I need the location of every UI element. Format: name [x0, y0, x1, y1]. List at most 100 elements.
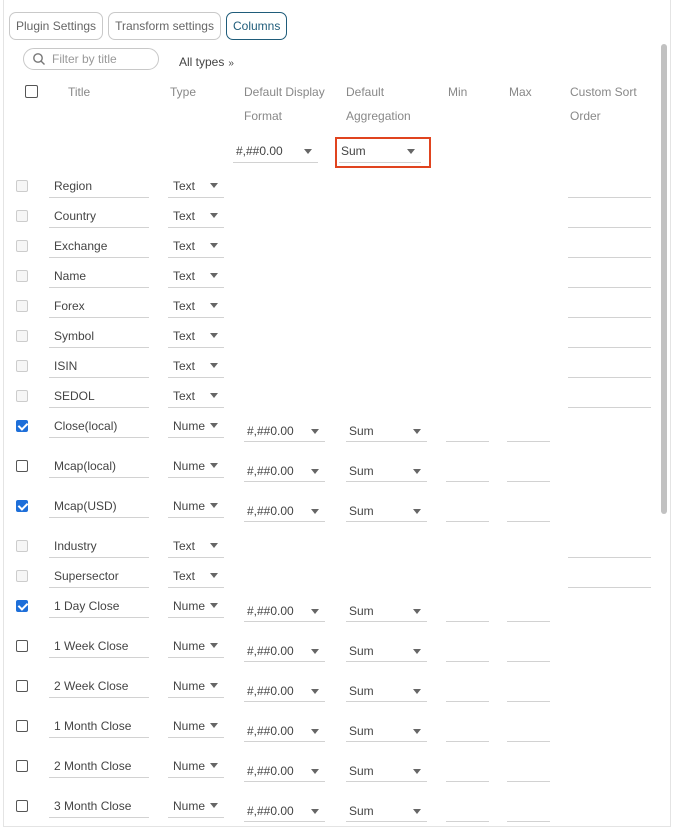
row-checkbox[interactable] — [16, 540, 28, 552]
type-filter-dropdown[interactable]: All types» — [179, 55, 234, 69]
row-format-dropdown[interactable]: #,##0.00 — [244, 421, 325, 442]
row-type-dropdown[interactable]: Text — [168, 266, 224, 288]
row-aggregation-dropdown[interactable]: Sum — [346, 641, 427, 662]
row-title-field[interactable]: Close(local) — [49, 416, 149, 438]
row-type-dropdown[interactable]: Text — [168, 566, 224, 588]
row-min-input[interactable] — [446, 461, 489, 482]
row-custom-sort-input[interactable] — [568, 386, 651, 408]
select-all-checkbox[interactable] — [25, 85, 38, 98]
row-aggregation-dropdown[interactable]: Sum — [346, 761, 427, 782]
row-checkbox[interactable] — [16, 500, 28, 512]
row-title-field[interactable]: 1 Day Close — [49, 596, 149, 618]
row-format-dropdown[interactable]: #,##0.00 — [244, 601, 325, 622]
row-aggregation-dropdown[interactable]: Sum — [346, 801, 427, 822]
row-aggregation-dropdown[interactable]: Sum — [346, 721, 427, 742]
row-max-input[interactable] — [507, 641, 550, 662]
row-title-field[interactable]: 2 Month Close — [49, 756, 149, 778]
row-max-input[interactable] — [507, 461, 550, 482]
row-custom-sort-input[interactable] — [568, 326, 651, 348]
row-title-field[interactable]: Mcap(local) — [49, 456, 149, 478]
row-checkbox[interactable] — [16, 600, 28, 612]
row-checkbox[interactable] — [16, 720, 28, 732]
row-custom-sort-input[interactable] — [568, 356, 651, 378]
row-format-dropdown[interactable]: #,##0.00 — [244, 721, 325, 742]
row-format-dropdown[interactable]: #,##0.00 — [244, 681, 325, 702]
row-type-dropdown[interactable]: Nume — [168, 636, 224, 658]
row-min-input[interactable] — [446, 641, 489, 662]
row-type-dropdown[interactable]: Nume — [168, 796, 224, 818]
row-title-field[interactable]: 1 Week Close — [49, 636, 149, 658]
row-type-dropdown[interactable]: Text — [168, 296, 224, 318]
row-aggregation-dropdown[interactable]: Sum — [346, 681, 427, 702]
row-type-dropdown[interactable]: Text — [168, 326, 224, 348]
row-checkbox[interactable] — [16, 460, 28, 472]
tab-plugin-settings[interactable]: Plugin Settings — [9, 12, 104, 40]
row-checkbox[interactable] — [16, 640, 28, 652]
row-checkbox[interactable] — [16, 210, 28, 222]
scrollbar-thumb[interactable] — [661, 44, 667, 514]
row-type-dropdown[interactable]: Nume — [168, 496, 224, 518]
row-max-input[interactable] — [507, 761, 550, 782]
row-title-field[interactable]: 3 Month Close — [49, 796, 149, 818]
row-type-dropdown[interactable]: Nume — [168, 416, 224, 438]
row-title-field[interactable]: Symbol — [49, 326, 149, 348]
row-max-input[interactable] — [507, 501, 550, 522]
row-type-dropdown[interactable]: Nume — [168, 676, 224, 698]
row-max-input[interactable] — [507, 801, 550, 822]
row-format-dropdown[interactable]: #,##0.00 — [244, 761, 325, 782]
row-min-input[interactable] — [446, 681, 489, 702]
row-min-input[interactable] — [446, 801, 489, 822]
row-format-dropdown[interactable]: #,##0.00 — [244, 641, 325, 662]
row-checkbox[interactable] — [16, 240, 28, 252]
row-type-dropdown[interactable]: Text — [168, 356, 224, 378]
row-aggregation-dropdown[interactable]: Sum — [346, 601, 427, 622]
row-format-dropdown[interactable]: #,##0.00 — [244, 501, 325, 522]
row-max-input[interactable] — [507, 681, 550, 702]
row-max-input[interactable] — [507, 601, 550, 622]
row-custom-sort-input[interactable] — [568, 176, 651, 198]
tab-columns[interactable]: Columns — [225, 12, 288, 40]
row-aggregation-dropdown[interactable]: Sum — [346, 461, 427, 482]
row-title-field[interactable]: ISIN — [49, 356, 149, 378]
row-custom-sort-input[interactable] — [568, 536, 651, 558]
row-type-dropdown[interactable]: Nume — [168, 596, 224, 618]
row-title-field[interactable]: Mcap(USD) — [49, 496, 149, 518]
row-custom-sort-input[interactable] — [568, 566, 651, 588]
row-checkbox[interactable] — [16, 800, 28, 812]
row-checkbox[interactable] — [16, 680, 28, 692]
row-title-field[interactable]: Supersector — [49, 566, 149, 588]
search-input[interactable]: Filter by title — [23, 48, 159, 70]
row-aggregation-dropdown[interactable]: Sum — [346, 501, 427, 522]
row-type-dropdown[interactable]: Text — [168, 236, 224, 258]
row-custom-sort-input[interactable] — [568, 236, 651, 258]
row-checkbox[interactable] — [16, 360, 28, 372]
row-checkbox[interactable] — [16, 420, 28, 432]
row-checkbox[interactable] — [16, 570, 28, 582]
row-custom-sort-input[interactable] — [568, 206, 651, 228]
row-min-input[interactable] — [446, 721, 489, 742]
row-min-input[interactable] — [446, 421, 489, 442]
row-title-field[interactable]: Region — [49, 176, 149, 198]
row-title-field[interactable]: Country — [49, 206, 149, 228]
row-checkbox[interactable] — [16, 390, 28, 402]
row-min-input[interactable] — [446, 501, 489, 522]
row-checkbox[interactable] — [16, 760, 28, 772]
row-max-input[interactable] — [507, 421, 550, 442]
row-format-dropdown[interactable]: #,##0.00 — [244, 461, 325, 482]
row-title-field[interactable]: Industry — [49, 536, 149, 558]
tab-transform-settings[interactable]: Transform settings — [108, 12, 221, 40]
row-title-field[interactable]: Exchange — [49, 236, 149, 258]
row-title-field[interactable]: 2 Week Close — [49, 676, 149, 698]
row-checkbox[interactable] — [16, 300, 28, 312]
row-type-dropdown[interactable]: Nume — [168, 456, 224, 478]
row-type-dropdown[interactable]: Nume — [168, 716, 224, 738]
row-title-field[interactable]: SEDOL — [49, 386, 149, 408]
row-aggregation-dropdown[interactable]: Sum — [346, 421, 427, 442]
row-type-dropdown[interactable]: Text — [168, 536, 224, 558]
row-custom-sort-input[interactable] — [568, 296, 651, 318]
row-type-dropdown[interactable]: Nume — [168, 756, 224, 778]
row-checkbox[interactable] — [16, 270, 28, 282]
row-title-field[interactable]: Forex — [49, 296, 149, 318]
row-min-input[interactable] — [446, 761, 489, 782]
row-format-dropdown[interactable]: #,##0.00 — [244, 801, 325, 822]
